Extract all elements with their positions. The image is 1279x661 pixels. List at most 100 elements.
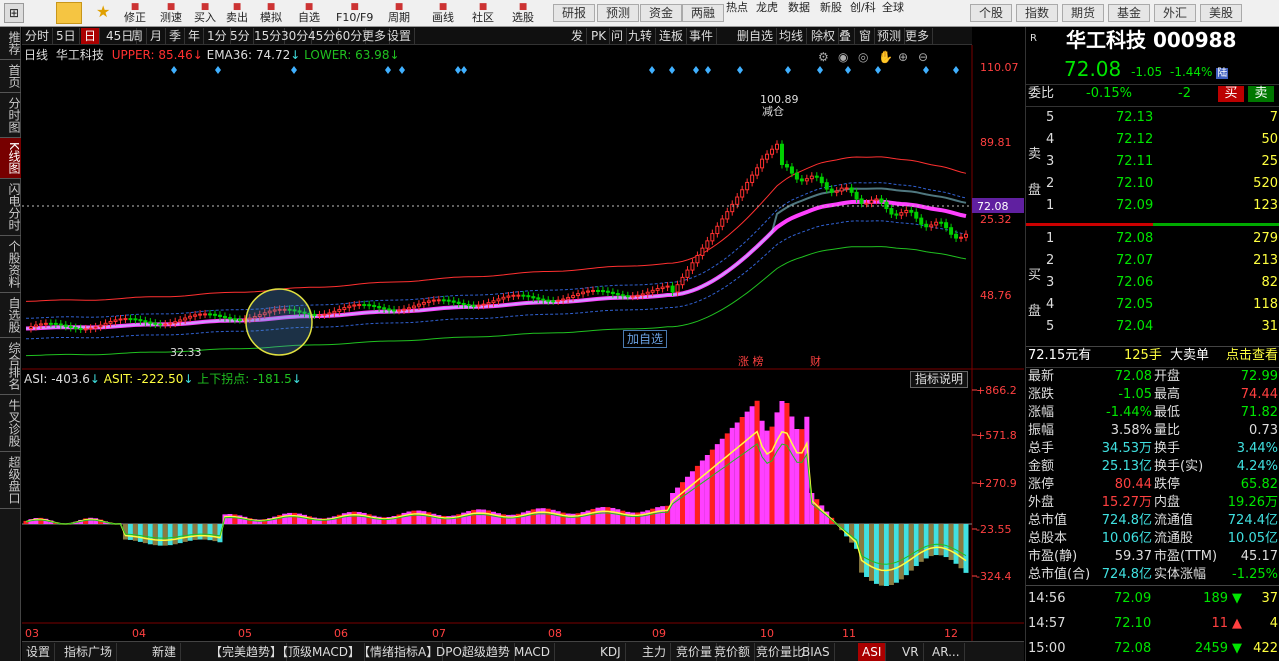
period-4[interactable]: 周 (128, 28, 148, 44)
indicator-tab-4[interactable]: 【顶级MACD】 (272, 643, 365, 661)
toolbar-btn-8[interactable]: ■ 画线 (432, 2, 454, 25)
toolbar-btn-11[interactable]: 研报 (553, 4, 596, 22)
sidebar-item-3[interactable]: K线图 (0, 138, 21, 179)
toolbar-right-0[interactable]: 个股 (970, 4, 1013, 22)
stat-key: 实体涨幅 (1154, 567, 1207, 582)
indicator-tab-6[interactable]: DPO超级趋势 (432, 643, 515, 661)
candle-body (521, 294, 526, 297)
toolbar-btn-10[interactable]: ■ 选股 (512, 2, 534, 25)
toolbar-btn-12[interactable]: 预测 (597, 4, 640, 22)
stat-value: -1.05 (1118, 387, 1152, 402)
candle-body (441, 299, 446, 302)
sidebar-item-9[interactable]: 超级盘口 (0, 452, 21, 509)
tool-12[interactable]: 更多 (902, 28, 934, 44)
tool-7[interactable]: 均线 (776, 28, 808, 44)
tool-9[interactable]: 叠 (836, 28, 856, 44)
toolbar-btn-7[interactable]: ■ 周期 (388, 2, 410, 25)
toolbar-btn-13[interactable]: 资金 (640, 4, 683, 22)
indicator-tab-14[interactable]: ASI (858, 643, 887, 661)
candle-body (725, 211, 730, 220)
toolbar-btn-18[interactable]: 新股 (820, 2, 842, 25)
tool-0[interactable]: 发 (568, 28, 588, 44)
indicator-tab-1[interactable]: 指标广场 (60, 643, 118, 661)
toolbar-btn-4[interactable]: ■ 模拟 (260, 2, 282, 25)
add-watch-button[interactable]: 加自选 (623, 330, 668, 348)
toolbar-btn-9[interactable]: ■ 社区 (472, 2, 494, 25)
period-6[interactable]: 季 (166, 28, 186, 44)
indicator-tab-2[interactable]: 新建 (148, 643, 182, 661)
candle-body (770, 148, 775, 155)
sidebar-item-0[interactable]: 推荐 (0, 27, 21, 60)
chart-area[interactable]: 110.07 89.81 72.08 25.32 48.76 100.89 减仓 32.33 涨… (22, 45, 1024, 641)
indicator-tab-8[interactable]: KDJ (596, 643, 626, 661)
period-15[interactable]: 设置 (384, 28, 416, 44)
sidebar-item-6[interactable]: 自选股 (0, 293, 21, 338)
toolbar-btn-17[interactable]: 数据 (788, 2, 810, 25)
star-icon[interactable]: ★ (96, 2, 110, 21)
buy-button[interactable]: 买 (1218, 86, 1244, 102)
candle-body (73, 327, 78, 330)
toolbar-right-1[interactable]: 指数 (1016, 4, 1059, 22)
indicator-tab-16[interactable]: AR... (928, 643, 965, 661)
indicator-tab-5[interactable]: 【情绪指标A】 (354, 643, 444, 661)
indicator-tab-15[interactable]: VR (898, 643, 924, 661)
sidebar-item-8[interactable]: 牛叉诊股 (0, 395, 21, 452)
period-9[interactable]: 5分 (227, 28, 254, 44)
tool-3[interactable]: 九转 (625, 28, 657, 44)
month-label: 08 (548, 627, 562, 640)
toolbar-btn-2[interactable]: ■ 买入 (194, 2, 216, 25)
tool-5[interactable]: 事件 (686, 28, 718, 44)
toolbar-btn-6[interactable]: ■ F10/F9 (336, 2, 373, 25)
toolbar-btn-3[interactable]: ■ 卖出 (226, 2, 248, 25)
toolbar-btn-15[interactable]: 热点 (726, 2, 748, 25)
stat-value: 72.99 (1240, 369, 1278, 384)
back-icon[interactable]: ⊞ (4, 3, 24, 23)
toolbar-btn-0[interactable]: ■ 修正 (124, 2, 146, 25)
tool-11[interactable]: 预测 (874, 28, 906, 44)
kline-chart[interactable]: 110.0789.8172.0825.3248.76100.89减仓32.33涨… (22, 45, 1024, 641)
tool-1[interactable]: PK (588, 28, 611, 44)
indicator-tab-7[interactable]: MACD (510, 643, 555, 661)
period-5[interactable]: 月 (147, 28, 167, 44)
price: 72.07 (1116, 253, 1154, 268)
indicator-help-button[interactable]: 指标说明 (910, 371, 969, 388)
toolbar-btn-19[interactable]: 创/科 (850, 2, 876, 25)
toolbar-btn-14[interactable]: 两融 (682, 4, 725, 22)
sidebar-item-5[interactable]: 个股资料 (0, 236, 21, 293)
toolbar-btn-5[interactable]: ■ 自选 (298, 2, 320, 25)
candle-body (650, 289, 655, 293)
tool-4[interactable]: 连板 (656, 28, 688, 44)
indicator-tab-0[interactable]: 设置 (22, 643, 56, 661)
toolbar-right-5[interactable]: 美股 (1200, 4, 1243, 22)
period-1[interactable]: 5日 (53, 28, 80, 44)
indicator-tab-11[interactable]: 竞价额 (710, 643, 756, 661)
indicator-tab-9[interactable]: 主力 (638, 643, 672, 661)
sell-button[interactable]: 卖 (1248, 86, 1274, 102)
tool-8[interactable]: 除权 (808, 28, 840, 44)
price: 72.10 (1116, 176, 1154, 191)
period-2[interactable]: 日 (81, 28, 101, 44)
folder-icon[interactable] (56, 2, 82, 24)
stat-key: 涨停 (1028, 477, 1055, 492)
big-order-link[interactable]: 点击查看 (1226, 347, 1278, 365)
toolbar-btn-label: 自选 (298, 11, 320, 24)
tool-6[interactable]: 删自选 (734, 28, 778, 44)
tool-10[interactable]: 窗 (856, 28, 876, 44)
sidebar-item-1[interactable]: 首页 (0, 60, 21, 93)
sidebar-item-4[interactable]: 闪电分时 (0, 179, 21, 236)
candle-body (481, 303, 486, 306)
period-7[interactable]: 年 (185, 28, 205, 44)
toolbar-btn-16[interactable]: 龙虎 (756, 2, 778, 25)
toolbar-btn-1[interactable]: ■ 测速 (160, 2, 182, 25)
big-order-row[interactable]: 72.15元有 125手 大卖单 点击查看 (1026, 346, 1279, 364)
period-0[interactable]: 分时 (22, 28, 54, 44)
sidebar-item-7[interactable]: 综合排名 (0, 338, 21, 395)
toolbar-right-4[interactable]: 外汇 (1154, 4, 1197, 22)
stat-row: 总股本 10.06亿 流通股 10.05亿 (1026, 530, 1279, 548)
indicator-tab-13[interactable]: BIAS (798, 643, 835, 661)
candle-body (471, 304, 476, 307)
sidebar-item-2[interactable]: 分时图 (0, 93, 21, 138)
toolbar-right-2[interactable]: 期货 (1062, 4, 1105, 22)
toolbar-btn-20[interactable]: 全球 (882, 2, 904, 25)
toolbar-right-3[interactable]: 基金 (1108, 4, 1151, 22)
